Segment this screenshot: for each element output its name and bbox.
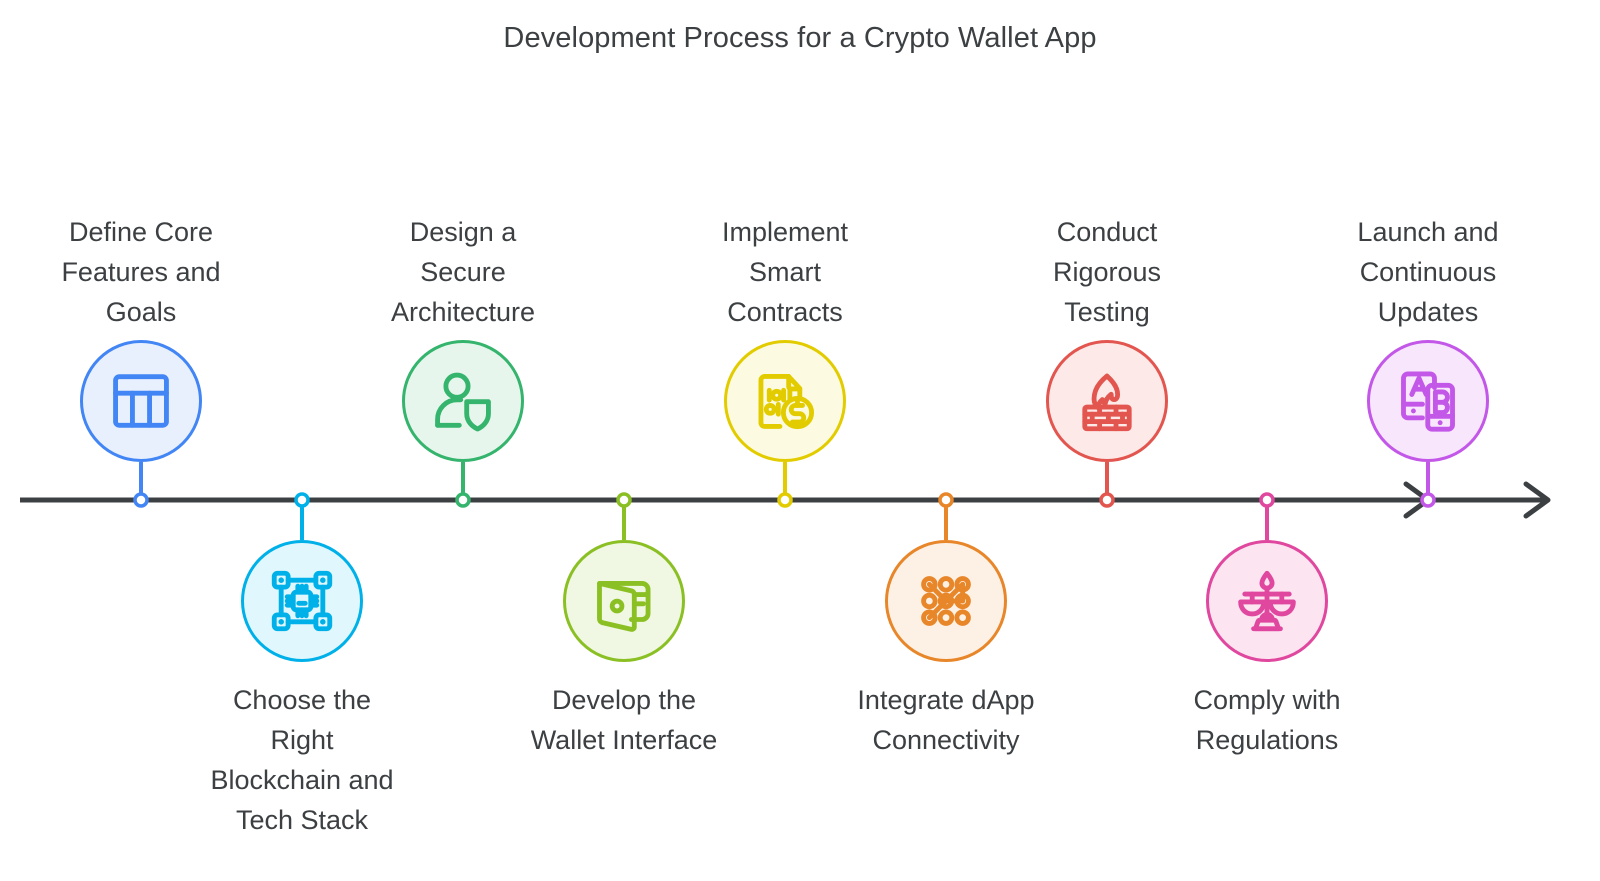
firewall-icon <box>1070 364 1144 438</box>
axis-end-arrow-icon <box>1523 481 1551 519</box>
timeline-step-8-label: Comply with Regulations <box>1193 685 1341 755</box>
timeline-step-5-label: Implement Smart Contracts <box>721 217 849 327</box>
timeline-step-6-circle[interactable] <box>885 540 1007 662</box>
page-title: Development Process for a Crypto Wallet … <box>503 22 1097 54</box>
node-axis-marker <box>133 492 149 508</box>
network-nodes-icon <box>909 564 983 638</box>
timeline-step-9-label: Launch and Continuous Updates <box>1357 217 1499 327</box>
ab-testing-phones-icon <box>1391 364 1465 438</box>
timeline-step-6-label: Integrate dApp Connectivity <box>857 685 1035 755</box>
timeline-step-3-label: Design a Secure Architecture <box>390 217 536 327</box>
node-axis-marker <box>455 492 471 508</box>
axis-mid-arrow-icon <box>1403 481 1431 519</box>
timeline-step-2-circle[interactable] <box>241 540 363 662</box>
timeline-step-7-label: Conduct Rigorous Testing <box>1052 217 1162 327</box>
timeline-step-7-circle[interactable] <box>1046 340 1168 462</box>
node-axis-marker <box>1099 492 1115 508</box>
timeline-step-2-label: Choose the Right Blockchain and Tech Sta… <box>210 685 394 835</box>
timeline-step-3-circle[interactable] <box>402 340 524 462</box>
node-axis-marker <box>616 492 632 508</box>
timeline-diagram: Development Process for a Crypto Wallet … <box>0 0 1600 881</box>
node-axis-marker <box>1420 492 1436 508</box>
timeline-step-8-circle[interactable] <box>1206 540 1328 662</box>
wallet-icon <box>587 564 661 638</box>
user-shield-icon <box>426 364 500 438</box>
timeline-step-4-label: Develop the Wallet Interface <box>530 685 718 755</box>
timeline-step-9-circle[interactable] <box>1367 340 1489 462</box>
timeline-step-1-circle[interactable] <box>80 340 202 462</box>
node-axis-marker <box>777 492 793 508</box>
smart-contract-icon <box>748 364 822 438</box>
node-axis-marker <box>938 492 954 508</box>
table-layout-icon <box>104 364 178 438</box>
timeline-step-5-circle[interactable] <box>724 340 846 462</box>
timeline-step-4-circle[interactable] <box>563 540 685 662</box>
node-axis-marker <box>1259 492 1275 508</box>
timeline-step-1-label: Define Core Features and Goals <box>61 217 221 327</box>
blockchain-chip-icon <box>265 564 339 638</box>
scales-justice-icon <box>1230 564 1304 638</box>
node-axis-marker <box>294 492 310 508</box>
